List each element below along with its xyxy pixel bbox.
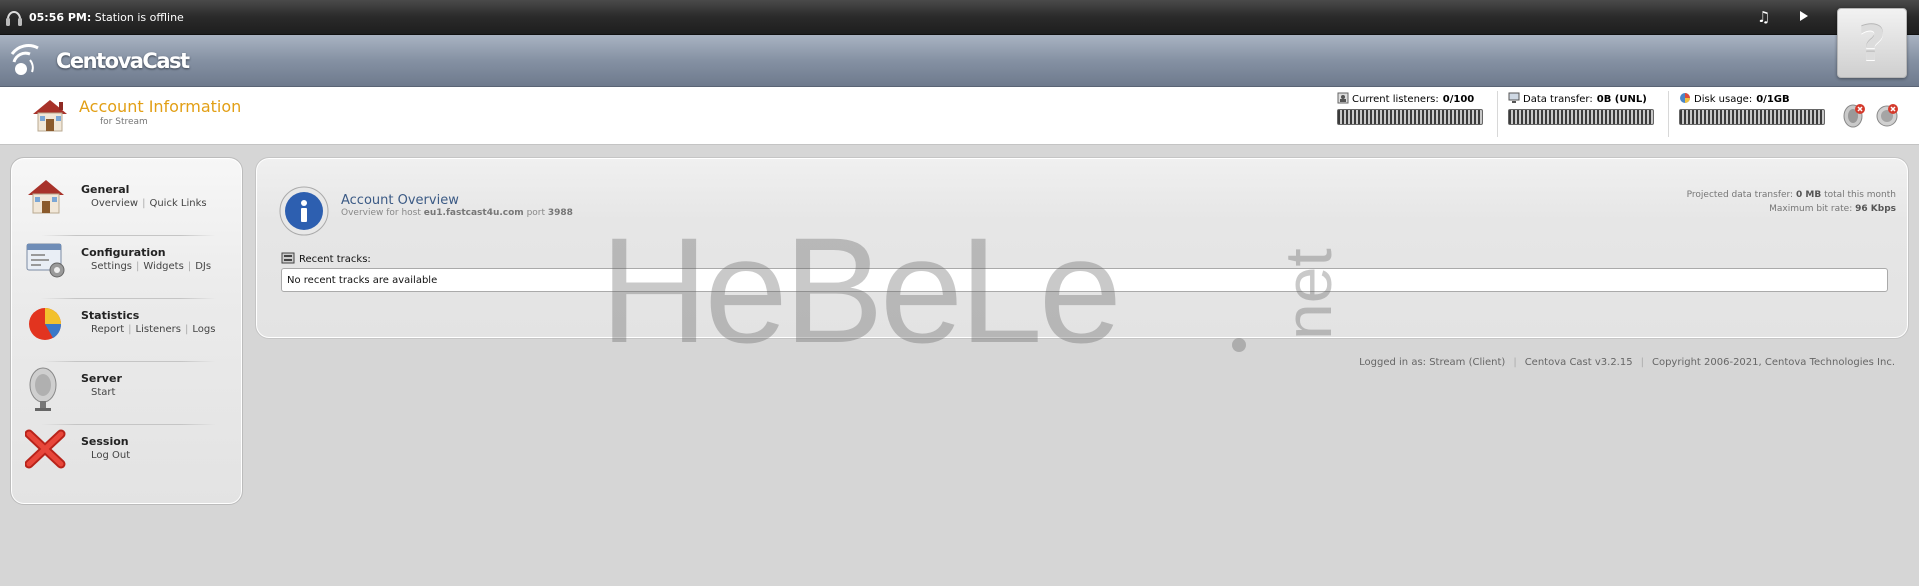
headphones-icon [5, 7, 23, 32]
info-icon [278, 185, 330, 240]
status-time: 05:56 PM: [29, 11, 92, 24]
brand-bar: CentovaCast [0, 35, 1919, 87]
projected-label: Projected data transfer: [1686, 190, 1794, 200]
sidebar: General Overview | Quick Links Configurati… [10, 157, 243, 505]
watermark-suffix: net [1271, 248, 1345, 340]
sidebar-section-statistics: Statistics Report | Listeners | Logs [25, 302, 230, 362]
broadcast-logo-icon [10, 42, 54, 83]
sidebar-title-general: General [81, 183, 130, 196]
sidebar-link-widgets[interactable]: Widgets [143, 261, 183, 272]
sidebar-link-overview[interactable]: Overview [91, 198, 138, 209]
house-icon [30, 96, 70, 137]
disconnect-listeners-icon[interactable] [1842, 102, 1866, 131]
settings-window-icon [25, 239, 67, 284]
logo-text: CentovaCast [56, 49, 190, 73]
recent-tracks-empty: No recent tracks are available [287, 275, 438, 286]
stop-stream-icon[interactable] [1874, 102, 1900, 131]
overview-host-prefix: Overview for host [341, 208, 421, 218]
status-bar: 05:56 PM: Station is offline ♫ [0, 0, 1919, 35]
satellite-dish-icon [25, 365, 67, 414]
overview-port: 3988 [547, 208, 573, 218]
sidebar-title-statistics: Statistics [81, 309, 140, 322]
sidebar-link-quick-links[interactable]: Quick Links [149, 198, 206, 209]
overview-subtitle: Overview for host eu1.fastcast4u.com por… [341, 208, 573, 218]
account-overview-panel: Account Overview Overview for host eu1.f… [255, 157, 1909, 339]
meter-divider [1668, 91, 1669, 137]
listeners-bar [1337, 109, 1483, 125]
footer-copyright: Copyright 2006-2021, Centova Technologie… [1651, 357, 1895, 368]
transfer-label: Data transfer: [1523, 94, 1593, 105]
computer-icon [1508, 92, 1520, 107]
help-label: ? [1858, 16, 1886, 72]
sidebar-title-session: Session [81, 435, 129, 448]
pie-chart-icon [25, 302, 67, 347]
tracks-icon [281, 252, 295, 267]
disk-bar [1679, 109, 1825, 125]
sidebar-title-server: Server [81, 372, 122, 385]
footer: Logged in as: Stream (Client) | Centova Ca… [1359, 357, 1895, 368]
footer-version: Centova Cast v3.2.15 [1524, 357, 1633, 368]
disk-value: 0/1GB [1756, 94, 1790, 105]
transfer-bar [1508, 109, 1654, 125]
sidebar-link-logout[interactable]: Log Out [91, 450, 130, 461]
projected-value: 0 MB [1795, 190, 1822, 200]
status-message: Station is offline [94, 11, 184, 24]
listeners-value: 0/100 [1442, 94, 1475, 105]
overview-host: eu1.fastcast4u.com [423, 208, 524, 218]
sidebar-divider [41, 361, 216, 362]
transfer-summary: Projected data transfer: 0 MB total this… [1687, 188, 1896, 216]
sidebar-link-listeners[interactable]: Listeners [136, 324, 181, 335]
sidebar-link-settings[interactable]: Settings [91, 261, 132, 272]
overview-title: Account Overview [341, 193, 459, 208]
sidebar-section-general: General Overview | Quick Links [25, 176, 230, 236]
page-header: Account Information for Stream Current l… [0, 87, 1919, 145]
sidebar-divider [41, 424, 216, 425]
sidebar-link-logs[interactable]: Logs [192, 324, 215, 335]
red-x-icon [24, 428, 67, 473]
transfer-value: 0B (UNL) [1596, 94, 1647, 105]
bitrate-label: Maximum bit rate: [1769, 204, 1853, 214]
watermark-dot [1232, 338, 1246, 352]
page-title: Account Information [79, 97, 242, 116]
transfer-meter: Data transfer: 0B (UNL) [1508, 92, 1658, 125]
overview-port-label: port [526, 208, 546, 218]
recent-tracks-list: No recent tracks are available [281, 268, 1888, 292]
play-icon[interactable] [1799, 10, 1809, 25]
sidebar-divider [41, 298, 216, 299]
house-icon [25, 176, 67, 221]
users-icon [1337, 92, 1349, 107]
help-button[interactable]: ? [1837, 8, 1907, 78]
disk-meter: Disk usage: 0/1GB [1679, 92, 1829, 125]
listeners-meter: Current listeners: 0/100 [1337, 92, 1487, 125]
recent-tracks-heading: Recent tracks: [281, 252, 371, 267]
footer-logged-in: Logged in as: Stream (Client) [1359, 357, 1506, 368]
disk-icon [1679, 92, 1691, 107]
sidebar-section-session: Session Log Out [24, 428, 230, 488]
station-status: 05:56 PM: Station is offline [29, 11, 184, 24]
sidebar-divider [41, 235, 216, 236]
meter-divider [1497, 91, 1498, 137]
recent-tracks-label: Recent tracks: [299, 254, 371, 265]
sidebar-link-djs[interactable]: DJs [195, 261, 211, 272]
bitrate-value: 96 Kbps [1855, 204, 1896, 214]
sidebar-title-configuration: Configuration [81, 246, 166, 259]
page-subtitle: for Stream [100, 117, 148, 127]
music-note-icon[interactable]: ♫ [1757, 8, 1770, 26]
sidebar-link-start[interactable]: Start [91, 387, 115, 398]
projected-suffix: total this month [1824, 190, 1896, 200]
disk-label: Disk usage: [1694, 94, 1753, 105]
sidebar-link-report[interactable]: Report [91, 324, 124, 335]
sidebar-section-server: Server Start [25, 365, 230, 425]
sidebar-section-configuration: Configuration Settings | Widgets | DJs [25, 239, 230, 299]
listeners-label: Current listeners: [1352, 94, 1439, 105]
